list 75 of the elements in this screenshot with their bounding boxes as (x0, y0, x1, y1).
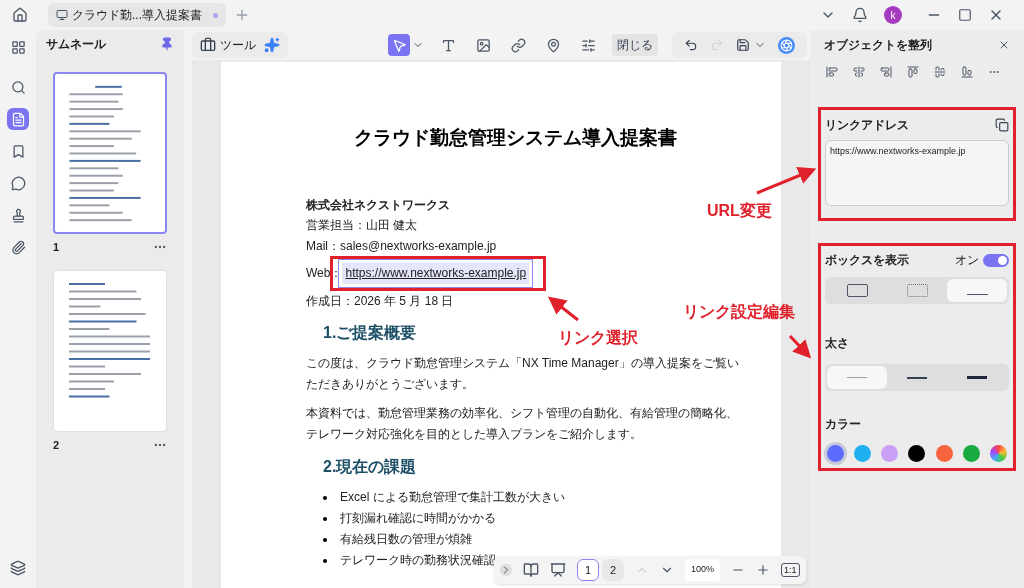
page-thumbnail[interactable] (53, 72, 167, 234)
bullet-text: Excel による勤怠管理で集計工数が大きい (340, 489, 565, 506)
page-button[interactable]: 1 (577, 559, 599, 581)
bullet-icon (323, 495, 327, 500)
align-right-icon[interactable] (880, 66, 892, 78)
pin-icon[interactable] (160, 37, 174, 51)
close-icon[interactable] (998, 39, 1010, 51)
bullet-icon (323, 537, 327, 542)
box-toggle[interactable] (983, 253, 1009, 267)
color-swatch[interactable] (881, 445, 899, 462)
field-label: ボックスを表示 (825, 252, 909, 269)
bell-icon[interactable] (852, 7, 868, 23)
close-button[interactable]: 閉じる (612, 34, 658, 56)
zoom-in-icon[interactable] (756, 563, 771, 577)
annotation-arrow (788, 334, 812, 359)
save-icon[interactable] (736, 38, 750, 52)
expand-icon[interactable] (500, 564, 512, 576)
layers-icon[interactable] (10, 560, 26, 576)
book-icon[interactable] (523, 562, 539, 578)
align-middle-icon[interactable] (934, 66, 946, 78)
annotation-arrow (547, 296, 579, 322)
panel-title: サムネール (46, 36, 106, 53)
maximize-icon[interactable] (958, 8, 972, 22)
bullet-text: 打刻漏れ確認に時間がかかる (340, 510, 496, 527)
annotation-label: リンク選択 (558, 328, 638, 348)
color-swatch[interactable] (962, 445, 980, 462)
document-tab[interactable]: クラウド勤...導入提案書 (48, 3, 226, 27)
toggle-state: オン (955, 252, 979, 269)
page-number: 1 (53, 240, 60, 255)
web-label: Web： (306, 265, 343, 282)
body-paragraph: 本資料では、勤怠管理業務の効率化、シフト管理の自動化、有給管理の簡略化、テレワーク対応強化を目的とした導入プランをご紹介します。 (306, 405, 739, 443)
annotation-arrow (756, 167, 817, 195)
color-swatch[interactable] (989, 445, 1007, 462)
monitor-icon (56, 9, 68, 21)
actual-size-button[interactable]: 1:1 (781, 563, 800, 577)
company-name: 株式会社ネクストワークス (306, 196, 450, 214)
align-bottom-icon[interactable] (961, 66, 973, 78)
field-label: カラー (825, 416, 862, 433)
zoom-level[interactable]: 100% (685, 559, 721, 581)
document-title: クラウド勤怠管理システム導入提案書 (352, 126, 678, 150)
section-heading: 2.現在の課題 (323, 457, 417, 477)
align-top-icon[interactable] (907, 66, 919, 78)
ai-assistant-icon[interactable] (778, 36, 795, 54)
user-avatar[interactable]: k (884, 6, 902, 24)
mail-line: Mail：sales@nextworks-example.jp (306, 237, 497, 255)
body-paragraph: この度は、クラウド勤怠管理システム「NX Time Manager」の導入提案をご覧いただきありがとうございます。 (306, 355, 740, 393)
field-label: 太さ (825, 335, 850, 352)
bullet-text: 有給残日数の管理が煩雑 (340, 531, 472, 548)
page-button[interactable]: 2 (602, 559, 624, 581)
copy-icon[interactable] (995, 118, 1009, 132)
color-swatch[interactable] (827, 445, 844, 462)
undo-icon[interactable] (684, 38, 698, 52)
align-left-icon[interactable] (826, 66, 838, 78)
toolbox-icon (200, 37, 216, 53)
tools-button[interactable]: ツール (200, 36, 256, 54)
section-heading: 1.ご提案概要 (323, 323, 417, 343)
annotation-label: リンク設定編集 (683, 302, 795, 322)
page-number: 2 (53, 437, 60, 453)
color-swatch[interactable] (908, 445, 926, 462)
link-address-field[interactable]: https://www.nextworks-example.jp (825, 140, 1009, 206)
align-center-icon[interactable] (853, 66, 865, 78)
contact-line: 営業担当：山田 健太 (306, 217, 418, 234)
sparkle-icon[interactable] (264, 37, 280, 53)
field-label: リンクアドレス (825, 117, 909, 134)
presentation-icon[interactable] (550, 562, 566, 578)
pointer-icon[interactable] (388, 34, 410, 56)
bullet-icon (323, 558, 327, 563)
color-swatch[interactable] (935, 445, 953, 462)
page-icon[interactable] (7, 108, 29, 130)
panel-title: オブジェクトを整列 (824, 37, 932, 54)
color-swatch[interactable] (854, 445, 872, 462)
date-line: 作成日：2026 年 5 月 18 日 (306, 292, 454, 310)
bullet-icon (323, 516, 327, 521)
home-icon[interactable] (12, 7, 28, 23)
annotation-label: URL変更 (707, 201, 772, 221)
